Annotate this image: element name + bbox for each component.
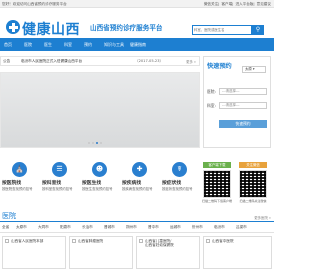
platform-link[interactable]: 进入平台版 [235,2,253,6]
quick-booking-title: 快速预约 [207,63,232,70]
hospital-card[interactable]: 山西省中医院 [203,236,272,269]
main-nav: 首页 医院 医生 科室 预约 知识与工具 健康指南 [0,38,274,51]
wechat-link[interactable]: 微信关注 [204,2,218,6]
hospital-label: 医院: [207,89,216,94]
city-tab[interactable]: 全省 [2,225,9,230]
city-select[interactable]: 太原 ▾ [242,66,266,73]
department-label: 科室: [207,103,216,108]
feature-desc: 按科室查找预约挂号 [42,187,73,191]
doctor-icon: ☻ [92,162,107,177]
city-tab[interactable]: 晋城市 [104,225,115,230]
city-tab[interactable]: 阳泉市 [60,225,71,230]
image-placeholder-icon [206,239,210,243]
department-icon: ☰ [52,162,67,177]
hospital-name: 山西省人民医院本部 [11,238,44,243]
nav-item-booking[interactable]: 预约 [84,38,92,51]
hospital-card[interactable]: 山西省儿童医院/ 山西省妇幼保健院 [136,236,200,269]
app-download-label: 客户端下载 [203,162,231,168]
feature-title: 按症状找 [162,181,182,186]
feature-by-department[interactable]: ☰ 按科室找 按科室查找预约挂号 [40,162,80,206]
hospital-card[interactable]: 山西省人民医院本部 [2,236,66,269]
symptom-icon: ☤ [172,162,187,177]
carousel-dot[interactable] [100,142,102,144]
app-qr-caption: 扫描二维码下载客户端 [202,199,233,203]
feature-shortcuts: ⛪ 按医院找 按医院查找预约挂号 ☰ 按科室找 按科室查找预约挂号 ☻ 按医生找… [0,162,200,206]
image-placeholder-icon [5,239,9,243]
image-placeholder-icon [72,239,76,243]
site-slogan: 山西省预约诊疗服务平台 [90,24,163,32]
notice-bar: 公告 临汾市人民医院正式入驻健康山西平台 （2017-05-23） 更多 » [0,56,200,66]
city-tab[interactable]: 晋中市 [148,225,159,230]
city-tab[interactable]: 临汾市 [214,225,225,230]
nav-item-guide[interactable]: 健康指南 [130,38,146,51]
search-input[interactable] [194,26,242,34]
welcome-text: 您好！欢迎访问山西省预约诊疗服务平台 [2,1,67,6]
feature-desc: 按医院查找预约挂号 [2,187,33,191]
search-button[interactable]: ⚲ [252,25,264,35]
wechat-qr-caption: 扫描二维码关注微信 [239,199,267,203]
hospital-cards: 山西省人民医院本部 山西省肿瘤医院 山西省儿童医院/ 山西省妇幼保健院 山西省中… [0,236,274,269]
nav-item-doctor[interactable]: 医生 [44,38,52,51]
carousel-dot-active[interactable] [96,142,98,144]
feature-by-doctor[interactable]: ☻ 按医生找 按医生查找预约挂号 [80,162,120,206]
header: 健康山西 山西省预约诊疗服务平台 ⚲ [0,8,274,38]
city-tab[interactable]: 大同市 [38,225,49,230]
hospital-section-title: 医院 [2,212,16,220]
feedback-link[interactable]: 意见建议 [257,2,271,6]
notice-more-link[interactable]: 更多 » [186,59,196,64]
feature-by-symptom[interactable]: ☤ 按症状找 按症状查找预约挂号 [160,162,200,206]
notice-label: 公告 [3,59,11,63]
search-icon: ⚲ [255,26,261,33]
feature-by-disease[interactable]: ✚ 按疾病找 按疾病查找预约挂号 [120,162,160,206]
cross-logo-icon[interactable] [6,20,20,34]
feature-desc: 按症状查找预约挂号 [162,187,193,191]
feature-title: 按疾病找 [122,181,142,186]
carousel-dot[interactable] [88,142,90,144]
city-tab[interactable]: 朔州市 [126,225,137,230]
feature-by-hospital[interactable]: ⛪ 按医院找 按医院查找预约挂号 [0,162,40,206]
banner-carousel[interactable] [0,72,200,148]
search-box [192,25,252,35]
quick-booking-button[interactable]: 快速预约 [219,120,267,128]
site-logo[interactable]: 健康山西 [22,19,80,39]
city-tab[interactable]: 运城市 [170,225,181,230]
notice-text[interactable]: 临汾市人民医院正式入驻健康山西平台 [21,59,82,64]
hospital-name: 山西省肿瘤医院 [78,238,104,243]
city-tab[interactable]: 太原市 [16,225,27,230]
wechat-qr-code [239,170,267,198]
qr-codes: 客户端下载 扫描二维码下载客户端 关注微信 扫描二维码关注微信 [202,162,271,206]
more-hospitals-link[interactable]: 更多医院 » [254,215,271,220]
hospital-card[interactable]: 山西省肿瘤医院 [69,236,133,269]
city-tab[interactable]: 忻州市 [192,225,203,230]
feature-title: 按医院找 [2,181,22,186]
city-tab[interactable]: 长治市 [82,225,93,230]
hospital-name: 山西省中医院 [212,238,234,243]
city-filter: 全省 太原市 大同市 阳泉市 长治市 晋城市 朔州市 晋中市 运城市 忻州市 临… [0,223,274,233]
nav-item-department[interactable]: 科室 [64,38,72,51]
feature-title: 按科室找 [42,181,62,186]
client-link[interactable]: 客户端 [221,2,232,6]
hospital-icon: ⛪ [12,162,27,177]
nav-item-hospital[interactable]: 医院 [24,38,32,51]
department-select[interactable]: ---请选择--- [219,102,267,109]
disease-icon: ✚ [132,162,147,177]
top-links: 微信关注| 客户端| 进入平台版| 意见建议 [203,1,271,6]
city-tab[interactable]: 吕梁市 [236,225,247,230]
nav-item-tools[interactable]: 知识与工具 [104,38,124,51]
top-bar: 您好！欢迎访问山西省预约诊疗服务平台 微信关注| 客户端| 进入平台版| 意见建议 [0,0,274,8]
nav-item-home[interactable]: 首页 [4,38,12,51]
app-qr-code [203,170,231,198]
hospital-select[interactable]: ---请选择--- [219,88,267,95]
hospital-name-line2: 山西省妇幼保健院 [145,243,174,247]
hospital-section-header: 医院 更多医院 » [0,212,274,222]
feature-desc: 按疾病查找预约挂号 [122,187,153,191]
feature-title: 按医生找 [82,181,102,186]
wechat-follow-label: 关注微信 [239,162,267,168]
carousel-dot[interactable] [92,142,94,144]
image-placeholder-icon [139,239,143,243]
quick-booking-panel: 快速预约 太原 ▾ 医院: ---请选择--- 科室: ---请选择--- 快速… [203,56,271,148]
notice-date: （2017-05-23） [135,59,164,63]
feature-desc: 按医生查找预约挂号 [82,187,113,191]
